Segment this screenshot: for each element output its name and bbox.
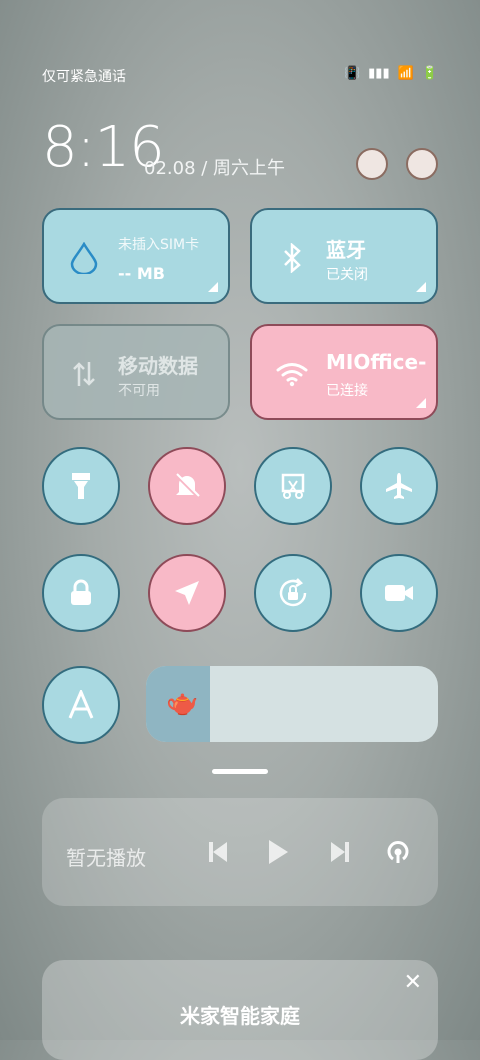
top-right-shortcuts — [356, 148, 438, 180]
close-icon[interactable]: ✕ — [404, 970, 422, 995]
toggle-airplane[interactable] — [360, 447, 438, 525]
cast-button[interactable] — [382, 836, 414, 868]
drag-handle[interactable] — [212, 769, 268, 774]
smart-home-card[interactable]: ✕ 米家智能家庭 — [42, 960, 438, 1060]
silent-icon — [174, 473, 200, 499]
bluetooth-icon — [276, 242, 308, 274]
tile-wifi[interactable]: MIOffice- 已连接 — [250, 324, 438, 420]
water-drop-icon — [68, 242, 100, 274]
smart-home-title: 米家智能家庭 — [180, 1004, 300, 1028]
tile-data-sub: -- MB — [118, 264, 165, 283]
battery-icon: 🔋 — [421, 66, 438, 81]
tile-bluetooth-title: 蓝牙 — [326, 238, 366, 262]
media-card[interactable]: 暂无播放 — [42, 798, 438, 906]
toggle-rotation-lock[interactable] — [254, 554, 332, 632]
cake-sticker-icon[interactable] — [356, 148, 388, 180]
expand-corner-icon — [208, 282, 218, 292]
flashlight-icon — [72, 473, 90, 499]
tile-bluetooth-sub: 已关闭 — [326, 267, 368, 283]
tile-data-usage[interactable]: 未插入SIM卡 -- MB — [42, 208, 230, 304]
next-track-button[interactable] — [324, 836, 356, 868]
toggle-lock[interactable] — [42, 554, 120, 632]
teapot-icon: 🫖 — [166, 688, 199, 718]
tile-mobile-title: 移动数据 — [118, 354, 198, 378]
signal-icon: ▮▮▮ — [368, 66, 390, 81]
expand-corner-icon — [416, 398, 426, 408]
media-status: 暂无播放 — [66, 846, 146, 870]
mobile-data-icon — [68, 358, 100, 390]
play-button[interactable] — [262, 836, 294, 868]
expand-corner-icon — [416, 282, 426, 292]
airplane-icon — [386, 473, 412, 499]
previous-track-button[interactable] — [202, 836, 234, 868]
location-icon — [175, 581, 199, 605]
tile-data-title: 未插入SIM卡 — [118, 237, 200, 253]
toggle-screenshot[interactable] — [254, 447, 332, 525]
snail-sticker-icon[interactable] — [406, 148, 438, 180]
cast-icon — [387, 841, 409, 863]
video-icon — [385, 585, 413, 601]
toggle-location[interactable] — [148, 554, 226, 632]
tile-mobile-data[interactable]: 移动数据 不可用 — [42, 324, 230, 420]
toggle-auto-brightness[interactable] — [42, 666, 120, 744]
toggle-flashlight[interactable] — [42, 447, 120, 525]
tile-wifi-sub: 已连接 — [326, 383, 368, 399]
vibrate-icon: 📳 — [343, 66, 361, 81]
brightness-slider[interactable]: 🫖 — [146, 666, 438, 742]
wifi-icon — [276, 358, 308, 390]
status-text: 仅可紧急通话 — [42, 69, 126, 85]
toggle-silent[interactable] — [148, 447, 226, 525]
tile-bluetooth[interactable]: 蓝牙 已关闭 — [250, 208, 438, 304]
tile-wifi-title: MIOffice- — [326, 350, 427, 374]
auto-brightness-icon — [68, 690, 94, 719]
play-icon — [269, 840, 288, 864]
next-icon — [331, 842, 349, 862]
clock-date: 02.08 / 周六上午 — [144, 158, 286, 179]
wifi-status-icon: 📶 — [397, 66, 414, 81]
screenshot-icon — [281, 473, 305, 499]
status-icons: 📳 ▮▮▮ 📶 🔋 — [344, 66, 438, 81]
tile-mobile-sub: 不可用 — [118, 383, 160, 399]
previous-icon — [209, 842, 227, 862]
rotation-lock-icon — [279, 578, 307, 607]
toggle-video[interactable] — [360, 554, 438, 632]
lock-icon — [71, 579, 91, 605]
